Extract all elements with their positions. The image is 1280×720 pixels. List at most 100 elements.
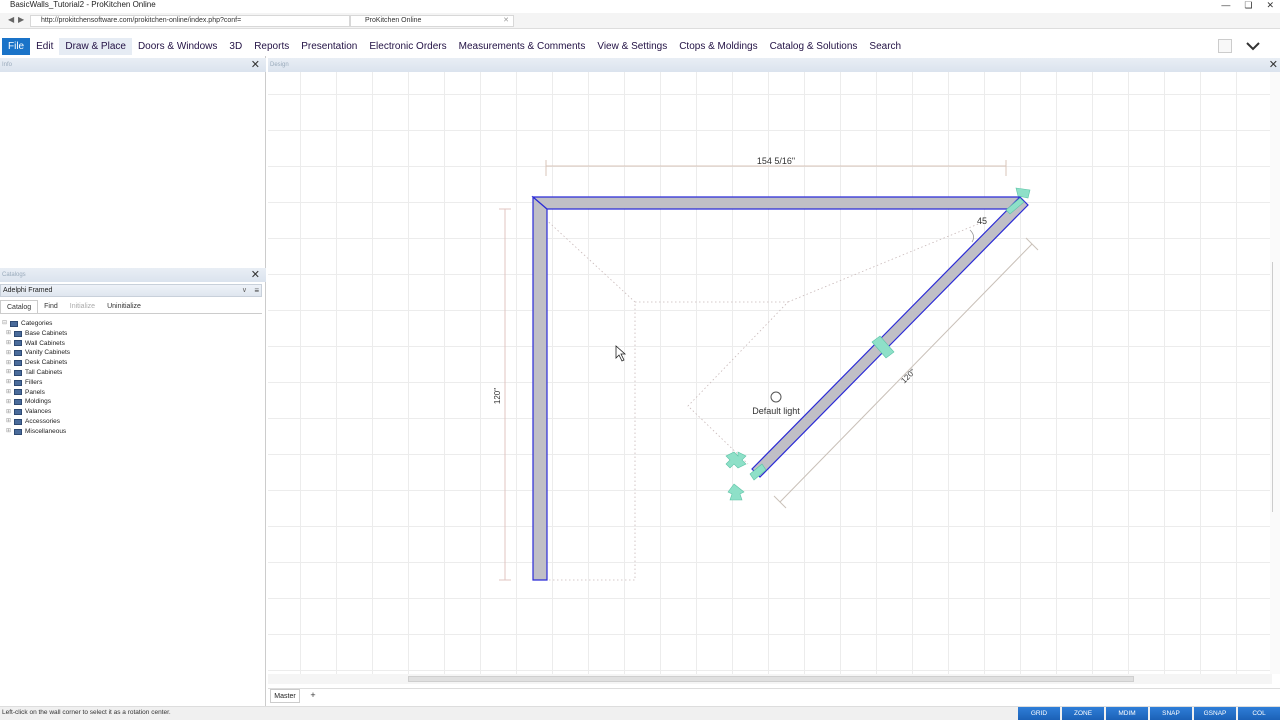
tab-close-icon[interactable]: ✕ <box>503 16 509 26</box>
menu-measurements-comments[interactable]: Measurements & Comments <box>453 38 592 55</box>
guide-lines <box>539 213 984 581</box>
wall-left[interactable] <box>532 195 548 581</box>
tree-item-panels[interactable]: ⊞ Panels <box>2 388 70 398</box>
menu-file[interactable]: File <box>2 37 31 55</box>
tree-item-miscellaneous[interactable]: ⊞ Miscellaneous <box>2 427 70 437</box>
menu-icon[interactable]: ≡ <box>254 285 259 296</box>
tree-item-base-cabinets[interactable]: ⊞ Base Cabinets <box>2 329 70 339</box>
minimize-icon[interactable]: — <box>1221 0 1230 10</box>
design-close-icon[interactable]: ✕ <box>1269 58 1278 72</box>
expand-icon[interactable]: ⊞ <box>6 399 14 406</box>
forward-icon[interactable]: ▶ <box>18 15 24 24</box>
catalog-panel-header: Catalogs ✕ <box>0 268 266 282</box>
tree-item-label: Wall Cabinets <box>25 339 65 347</box>
expand-icon[interactable]: ⊞ <box>6 330 14 337</box>
zone-toggle-button[interactable]: ZONE <box>1062 707 1104 720</box>
tree-item-tall-cabinets[interactable]: ⊞ Tall Cabinets <box>2 368 70 378</box>
tree-item-label: Fillers <box>25 378 43 386</box>
tree-item-valances[interactable]: ⊞ Valances <box>2 407 70 417</box>
menu-ctops-moldings[interactable]: Ctops & Moldings <box>673 38 763 55</box>
tab-find[interactable]: Find <box>38 300 64 313</box>
tree-item-label: Panels <box>25 388 45 396</box>
tab-uninitialize[interactable]: Uninitialize <box>101 300 147 313</box>
chevron-down-icon[interactable] <box>1246 39 1260 53</box>
tree-item-label: Desk Cabinets <box>25 359 68 367</box>
grid-toggle-button[interactable]: GRID <box>1018 707 1060 720</box>
collapse-icon[interactable]: ⊟ <box>2 320 10 327</box>
gsnap-toggle-button[interactable]: GSNAP <box>1194 707 1236 720</box>
address-field[interactable]: http://prokitchensoftware.com/prokitchen… <box>30 15 350 27</box>
tree-item-wall-cabinets[interactable]: ⊞ Wall Cabinets <box>2 339 70 349</box>
toolbar-toggle-icon[interactable] <box>1218 39 1232 53</box>
tree-item-desk-cabinets[interactable]: ⊞ Desk Cabinets <box>2 358 70 368</box>
close-icon[interactable]: ✕ <box>1266 0 1274 10</box>
dimension-top-label: 154 5/16" <box>757 156 795 166</box>
light-icon[interactable] <box>770 391 782 403</box>
folder-icon <box>14 418 22 425</box>
horizontal-scrollbar[interactable] <box>268 674 1272 684</box>
info-close-icon[interactable]: ✕ <box>251 58 260 72</box>
menu-catalog-solutions[interactable]: Catalog & Solutions <box>764 38 864 55</box>
tab-initialize[interactable]: Initialize <box>64 300 101 313</box>
tree-root-label: Categories <box>21 320 53 327</box>
folder-icon <box>14 340 22 347</box>
browser-tab[interactable]: ProKitchen Online ✕ <box>350 15 514 27</box>
window-title: BasicWalls_Tutorial2 - ProKitchen Online <box>10 0 156 9</box>
expand-icon[interactable]: ⊞ <box>6 409 14 416</box>
menu-view-settings[interactable]: View & Settings <box>591 38 673 55</box>
title-bar: BasicWalls_Tutorial2 - ProKitchen Online… <box>0 0 1280 12</box>
menu-reports[interactable]: Reports <box>248 38 295 55</box>
menu-presentation[interactable]: Presentation <box>295 38 363 55</box>
folder-icon <box>14 350 22 357</box>
tree-item-label: Accessories <box>25 417 61 425</box>
page-tab-master[interactable]: Master <box>270 689 300 703</box>
expand-icon[interactable]: ⊞ <box>6 350 14 357</box>
floor-plan[interactable]: 154 5/16" 120" 120" 45 Default light <box>268 72 1280 674</box>
status-text: Left-click on the wall corner to select … <box>2 709 171 716</box>
menu-doors-windows[interactable]: Doors & Windows <box>132 38 223 55</box>
catalog-tabs: Catalog Find Initialize Uninitialize <box>0 300 262 314</box>
wall-top[interactable] <box>531 196 1022 210</box>
snap-toggle-button[interactable]: SNAP <box>1150 707 1192 720</box>
expand-icon[interactable]: ⊞ <box>6 379 14 386</box>
expand-icon[interactable]: ⊞ <box>6 389 14 396</box>
expand-icon[interactable]: ⊞ <box>6 418 14 425</box>
menu-electronic-orders[interactable]: Electronic Orders <box>363 38 452 55</box>
restore-icon[interactable]: ❏ <box>1244 0 1252 10</box>
dimension-left-label: 120" <box>493 388 502 404</box>
catalog-panel-title: Catalogs <box>2 272 26 278</box>
catalog-select[interactable]: Adelphi Framed ∨ ≡ <box>0 284 262 297</box>
tree-item-fillers[interactable]: ⊞ Fillers <box>2 378 70 388</box>
mdim-toggle-button[interactable]: MDIM <box>1106 707 1148 720</box>
horizontal-scroll-thumb[interactable] <box>408 676 1134 682</box>
expand-icon[interactable]: ⊞ <box>6 360 14 367</box>
menu-3d[interactable]: 3D <box>223 38 248 55</box>
menu-draw-place[interactable]: Draw & Place <box>59 37 132 55</box>
design-canvas[interactable]: 154 5/16" 120" 120" 45 Default light <box>268 72 1280 674</box>
tree-item-label: Moldings <box>25 398 52 406</box>
tree-item-vanity-cabinets[interactable]: ⊞ Vanity Cabinets <box>2 348 70 358</box>
catalog-close-icon[interactable]: ✕ <box>251 268 260 282</box>
status-bar: Left-click on the wall corner to select … <box>0 706 1280 720</box>
tree-item-moldings[interactable]: ⊞ Moldings <box>2 397 70 407</box>
menu-edit[interactable]: Edit <box>30 38 59 55</box>
expand-icon[interactable]: ⊞ <box>6 428 14 435</box>
expand-icon[interactable]: ⊞ <box>6 369 14 376</box>
status-toggles: GRID ZONE MDIM SNAP GSNAP COL <box>1018 707 1280 720</box>
info-panel-header: Info ✕ <box>0 58 266 72</box>
menu-search[interactable]: Search <box>863 38 907 55</box>
col-toggle-button[interactable]: COL <box>1238 707 1280 720</box>
expand-icon[interactable]: ⊞ <box>6 340 14 347</box>
info-panel-title: Info <box>2 62 13 68</box>
tree-item-accessories[interactable]: ⊞ Accessories <box>2 417 70 427</box>
vertical-scroll-thumb[interactable] <box>1272 262 1278 512</box>
tree-root[interactable]: ⊟ Categories <box>2 319 70 329</box>
back-icon[interactable]: ◀ <box>8 15 14 24</box>
add-page-button[interactable]: + <box>306 689 320 703</box>
vertical-scrollbar[interactable] <box>1270 72 1280 674</box>
wall-diagonal[interactable] <box>751 196 1029 478</box>
tab-catalog[interactable]: Catalog <box>0 300 39 313</box>
tree-item-label: Miscellaneous <box>25 427 67 435</box>
design-panel: Design ✕ 154 5/16" 120" 120" 45 Default … <box>268 56 1280 688</box>
tree-item-label: Valances <box>25 408 52 416</box>
